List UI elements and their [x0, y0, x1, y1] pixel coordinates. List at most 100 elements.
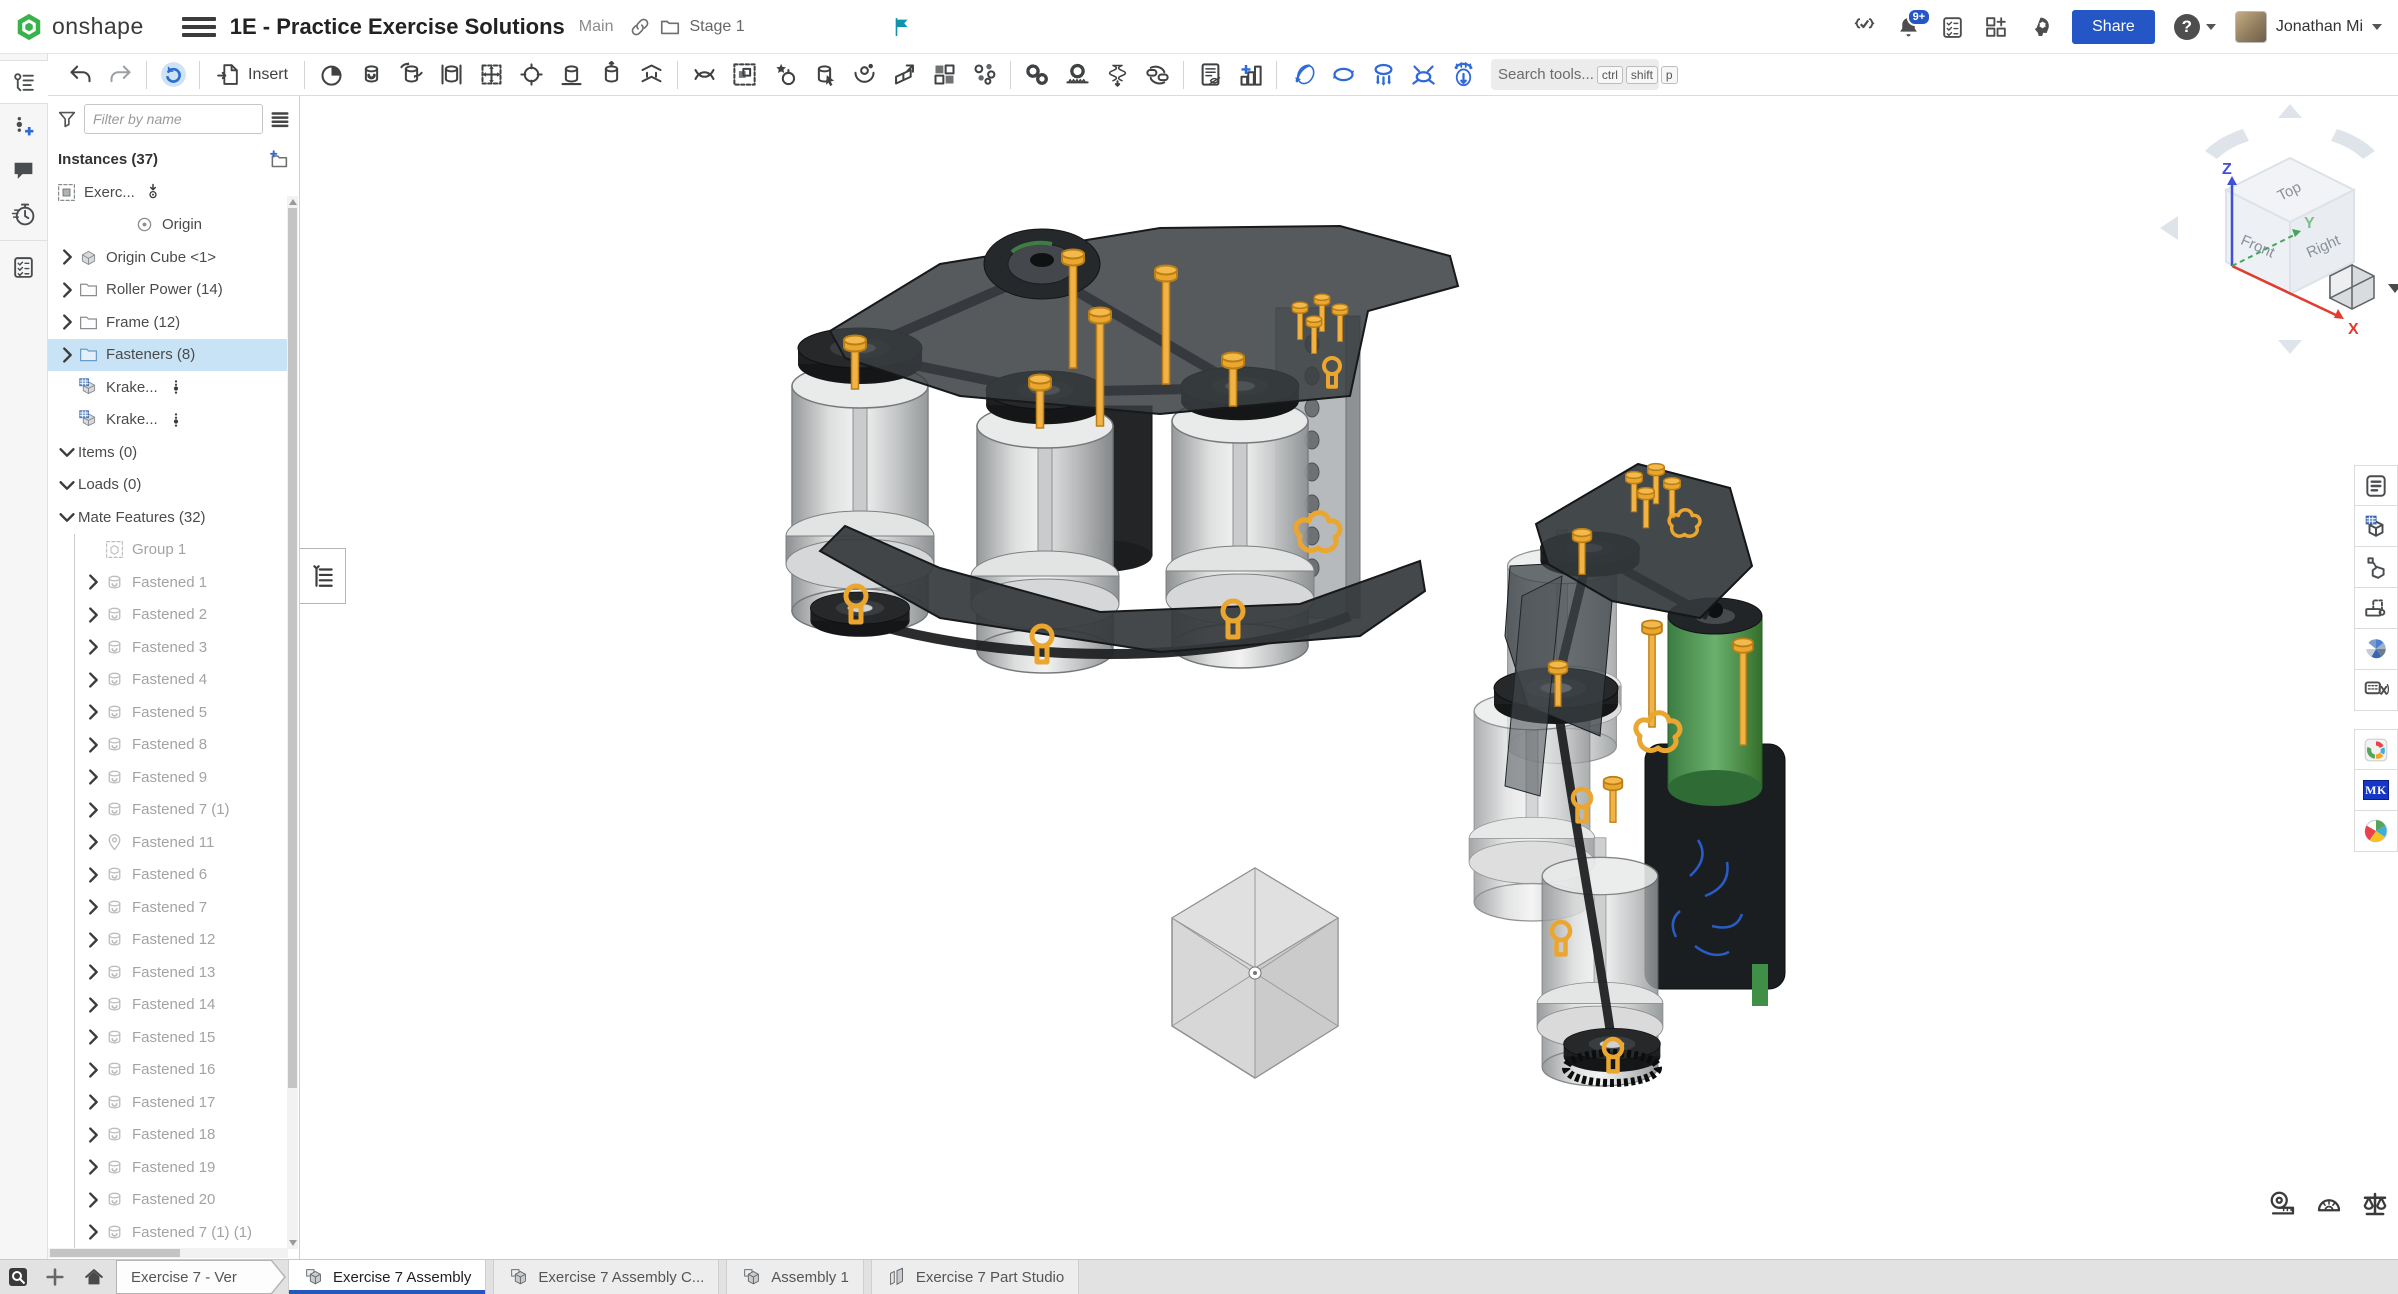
h-scrollbar-thumb[interactable]: [50, 1249, 180, 1257]
assembly-roller-power[interactable]: [786, 226, 1458, 673]
code-check-icon[interactable]: [1852, 15, 1877, 40]
panel-variables-button[interactable]: [2354, 670, 2398, 711]
doc-tab-exercise-7-assembly-c[interactable]: Exercise 7 Assembly C...: [493, 1260, 719, 1294]
explode-parts-button[interactable]: [964, 57, 1004, 93]
tree-item-fastened-11[interactable]: Fastened 11: [48, 826, 290, 859]
tree-item-fastened-6[interactable]: Fastened 6: [48, 859, 290, 892]
undo-button[interactable]: [60, 57, 100, 93]
rail-in-context-button[interactable]: [0, 104, 48, 148]
protractor-icon[interactable]: [2314, 1189, 2344, 1219]
app-color-ring-button[interactable]: [2354, 729, 2398, 770]
tree-item-fastened-20[interactable]: Fastened 20: [48, 1184, 290, 1217]
tree-item-fastened-7-1[interactable]: Fastened 7 (1): [48, 794, 290, 827]
expand-chevron-icon[interactable]: [82, 701, 104, 723]
doc-tab-exercise-7-assembly[interactable]: Exercise 7 Assembly: [288, 1260, 486, 1294]
tree-item-fastened-4[interactable]: Fastened 4: [48, 664, 290, 697]
expand-chevron-icon[interactable]: [82, 1091, 104, 1113]
expand-chevron-icon[interactable]: [82, 1059, 104, 1081]
tree-item-origin-cube-1[interactable]: Origin Cube <1>: [48, 241, 290, 274]
collapse-chevron-icon[interactable]: [56, 506, 78, 528]
tree-item-frame-12[interactable]: Frame (12): [48, 306, 290, 339]
expand-chevron-icon[interactable]: [82, 864, 104, 886]
screw-relation-button[interactable]: [1097, 57, 1137, 93]
expand-chevron-icon[interactable]: [82, 994, 104, 1016]
tree-item-fasteners-8[interactable]: Fasteners (8): [48, 339, 290, 372]
named-positions-button[interactable]: [804, 57, 844, 93]
help-icon[interactable]: ?: [2174, 14, 2200, 40]
tree-item-krake[interactable]: Krake...: [48, 371, 290, 404]
user-name[interactable]: Jonathan Mi: [2276, 18, 2363, 36]
ai-assistant-icon[interactable]: [2028, 15, 2053, 40]
revolute-mate-button[interactable]: [391, 57, 431, 93]
rail-version-history-button[interactable]: [0, 192, 48, 236]
panel-sheet-metal-button[interactable]: [2354, 588, 2398, 629]
tree-item-fastened-15[interactable]: Fastened 15: [48, 1021, 290, 1054]
pin-slot-mate-button[interactable]: [551, 57, 591, 93]
gear-relation-button[interactable]: [1017, 57, 1057, 93]
mate-button[interactable]: [311, 57, 351, 93]
user-menu-caret-icon[interactable]: [2372, 24, 2382, 30]
scrollbar-up-icon[interactable]: [289, 199, 297, 205]
share-button[interactable]: Share: [2072, 10, 2155, 44]
tab-manager-icon[interactable]: [0, 1260, 36, 1294]
expand-chevron-icon[interactable]: [82, 1124, 104, 1146]
apps-grid-icon[interactable]: [1984, 15, 2009, 40]
tree-item-items-0[interactable]: Items (0): [48, 436, 290, 469]
app-mk-button[interactable]: MK: [2354, 770, 2398, 811]
animate-collapse-button[interactable]: [1403, 57, 1443, 93]
tree-item-fastened-16[interactable]: Fastened 16: [48, 1054, 290, 1087]
tree-item-fastened-2[interactable]: Fastened 2: [48, 599, 290, 632]
user-avatar[interactable]: [2235, 11, 2267, 43]
origin-cube-part[interactable]: [1172, 868, 1338, 1078]
belt-relation-button[interactable]: [1137, 57, 1177, 93]
exploded-view-button[interactable]: [1230, 57, 1270, 93]
group-tool-button[interactable]: [724, 57, 764, 93]
animate-tangent-button[interactable]: [1283, 57, 1323, 93]
expand-chevron-icon[interactable]: [82, 896, 104, 918]
onshape-logo[interactable]: onshape: [0, 12, 158, 42]
scrollbar-down-icon[interactable]: [289, 1240, 297, 1246]
filter-input[interactable]: [84, 104, 263, 134]
tree-item-origin[interactable]: Origin: [48, 209, 290, 242]
graphics-viewport[interactable]: Top Front Right Z X Y: [300, 96, 2398, 1259]
collapse-chevron-icon[interactable]: [56, 474, 78, 496]
app-color-pie-button[interactable]: [2354, 811, 2398, 852]
view-cube[interactable]: Top Front Right Z X Y: [2160, 104, 2398, 354]
expand-chevron-icon[interactable]: [82, 1156, 104, 1178]
tree-item-loads-0[interactable]: Loads (0): [48, 469, 290, 502]
version-breadcrumb-tab[interactable]: Exercise 7 - Ver: [116, 1260, 286, 1294]
assembly-kraken-motor[interactable]: [1469, 464, 1785, 1086]
list-view-icon[interactable]: [269, 108, 291, 130]
tree-item-fastened-18[interactable]: Fastened 18: [48, 1119, 290, 1152]
tree-item-fastened-13[interactable]: Fastened 13: [48, 956, 290, 989]
view-options-button[interactable]: [2330, 265, 2398, 309]
animate-drop-button[interactable]: [1363, 57, 1403, 93]
planar-mate-button[interactable]: [471, 57, 511, 93]
feature-list-flyout-handle[interactable]: [300, 548, 346, 604]
expand-chevron-icon[interactable]: [82, 571, 104, 593]
fastened-mate-button[interactable]: [351, 57, 391, 93]
add-folder-icon[interactable]: [268, 149, 289, 170]
stage-breadcrumb[interactable]: Stage 1: [689, 18, 744, 36]
expand-chevron-icon[interactable]: [82, 734, 104, 756]
expand-chevron-icon[interactable]: [82, 1026, 104, 1048]
mass-properties-icon[interactable]: [2360, 1189, 2390, 1219]
expand-chevron-icon[interactable]: [82, 604, 104, 626]
expand-chevron-icon[interactable]: [82, 1221, 104, 1243]
expand-chevron-icon[interactable]: [82, 636, 104, 658]
scrollbar-thumb[interactable]: [288, 208, 297, 1088]
measure-tape-icon[interactable]: [2268, 1189, 2298, 1219]
rack-pinion-relation-button[interactable]: [1057, 57, 1097, 93]
tree-horizontal-scrollbar[interactable]: [48, 1248, 288, 1258]
expand-chevron-icon[interactable]: [82, 1189, 104, 1211]
animate-insert-button[interactable]: [1443, 57, 1483, 93]
ball-mate-button[interactable]: [511, 57, 551, 93]
tree-item-fastened-19[interactable]: Fastened 19: [48, 1151, 290, 1184]
expand-chevron-icon[interactable]: [82, 831, 104, 853]
main-menu-icon[interactable]: [182, 12, 216, 42]
insert-button[interactable]: Insert: [206, 58, 298, 91]
filter-funnel-icon[interactable]: [56, 108, 78, 130]
expand-chevron-icon[interactable]: [56, 311, 78, 333]
expand-chevron-icon[interactable]: [82, 799, 104, 821]
doc-tab-exercise-7-part-studio[interactable]: Exercise 7 Part Studio: [871, 1260, 1079, 1294]
